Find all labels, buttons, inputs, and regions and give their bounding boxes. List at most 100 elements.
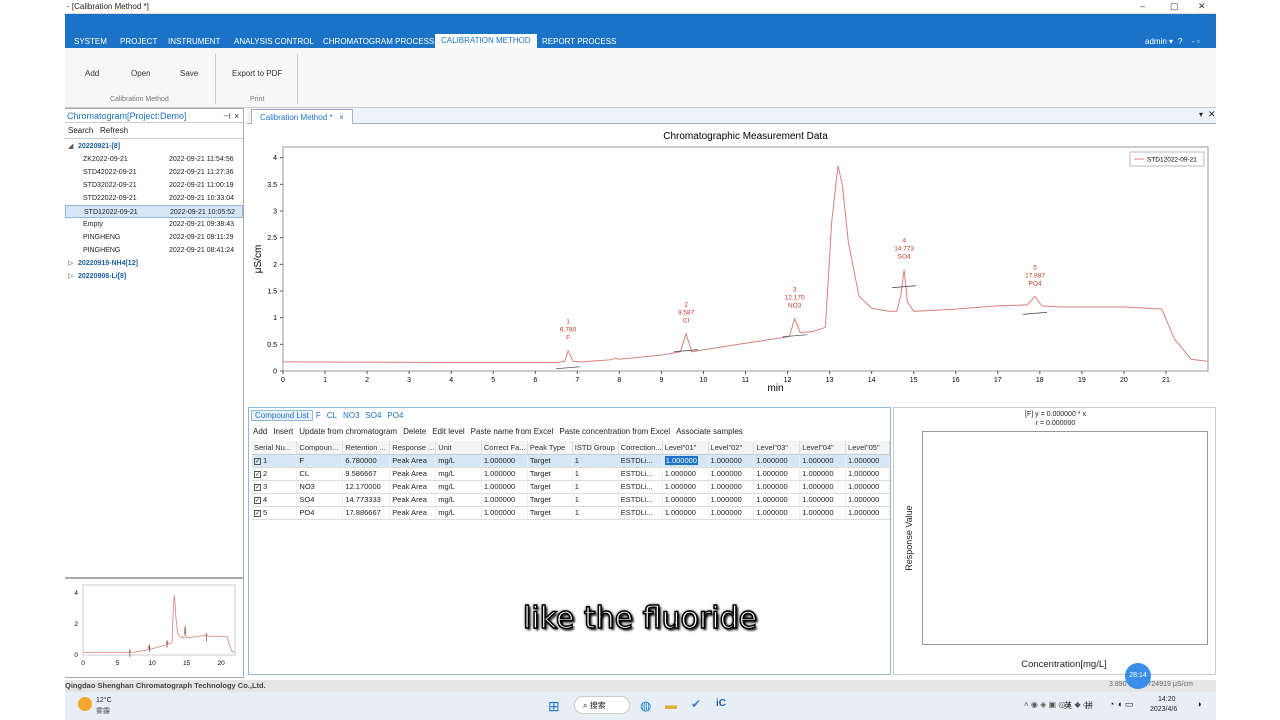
menu-system[interactable]: SYSTEM [74,36,107,48]
search-button[interactable]: Search [68,126,93,135]
testshinelab-taskbar-icon[interactable]: iC [716,698,726,709]
menu-calibration-method[interactable]: CALIBRATION METHOD [435,34,537,48]
pin-icon[interactable]: ⊣ [223,109,231,123]
table-cell[interactable]: Target [527,467,573,481]
table-cell[interactable]: ✓ 5 [252,506,298,520]
column-header[interactable]: Level"05" [845,441,890,455]
table-cell[interactable]: 1.000000 [845,454,890,468]
help-icon[interactable]: ? [1178,36,1182,48]
table-cell[interactable]: 1 [572,506,619,520]
table-cell[interactable]: 1.000000 [481,480,528,494]
checkbox-icon[interactable]: ✓ [254,457,261,465]
tree-item[interactable]: STD32022-09-21 2022-09-21 11:00:19 [65,179,243,192]
close-icon[interactable]: × [234,109,239,123]
table-row[interactable]: ✓ 5 PO4 17.886667 Peak Area mg/L 1.000000 Targe… [252,506,890,520]
table-cell[interactable]: ESTDLi... [618,454,663,468]
table-cell[interactable]: 1.000000 [708,467,755,481]
table-cell[interactable]: Target [527,480,573,494]
table-cell[interactable]: PO4 [296,506,344,520]
compound-tab[interactable]: F [313,411,324,420]
tree-group[interactable]: ▷ 20220919-NH4[12] [65,257,243,270]
menu-instrument[interactable]: INSTRUMENT [168,36,220,48]
table-cell[interactable]: SO4 [296,493,344,507]
checkbox-icon[interactable]: ✓ [254,496,261,504]
tree-item[interactable]: STD22022-09-21 2022-09-21 10:33:04 [65,192,243,205]
menu-report-process[interactable]: REPORT PROCESS [542,36,616,48]
table-cell[interactable]: NO3 [296,480,344,494]
ime-mode[interactable]: 拼 [1085,700,1093,711]
open-button[interactable]: Open [131,69,151,78]
table-cell[interactable]: CL [296,467,344,481]
table-cell[interactable]: 1.000000 [845,493,890,507]
tab-dropdown-icon[interactable]: ▾ [1199,110,1203,119]
column-header[interactable]: Unit [435,441,482,455]
table-row[interactable]: ✓ 3 NO3 12.170000 Peak Area mg/L 1.000000 Targe… [252,480,890,494]
column-header[interactable]: ISTD Group [572,441,619,455]
clock-date[interactable]: 2023/4/6 [1150,706,1177,713]
table-cell[interactable]: ✓ 3 [252,480,298,494]
compound-tab[interactable]: SO4 [362,411,384,420]
tree-item[interactable]: Empty 2022-09-21 09:38:43 [65,218,243,231]
table-cell[interactable]: Peak Area [389,506,437,520]
compound-toolbar-button[interactable]: Update from chromatogram [299,427,397,436]
table-cell[interactable]: 1.000000 [662,454,709,468]
table-cell[interactable]: 12.170000 [342,480,391,494]
table-cell[interactable]: 1.000000 [662,506,709,520]
compound-toolbar-button[interactable]: Insert [273,427,293,436]
network-icon[interactable]: ◔ ◖ ▭ [1109,699,1133,710]
column-header[interactable]: Peak Type [527,441,573,455]
edge-icon[interactable]: ◍ [640,698,651,714]
table-cell[interactable]: Target [527,454,573,468]
tree-group[interactable]: ◢ 20220921-[8] [65,140,243,153]
close-icon[interactable]: ✕ [1208,109,1216,120]
checkbox-icon[interactable]: ✓ [254,470,261,478]
tree-item[interactable]: PINGHENG 2022-09-21 08:41:24 [65,244,243,257]
compound-toolbar-button[interactable]: Paste concentration from Excel [559,427,670,436]
table-row[interactable]: ✓ 1 F 6.780000 Peak Area mg/L 1.000000 Target 1 E… [252,454,890,468]
checkbox-icon[interactable]: ✓ [254,483,261,491]
table-cell[interactable]: 1.000000 [845,467,890,481]
start-icon[interactable]: ⊞ [548,698,560,715]
table-cell[interactable]: 1.000000 [753,506,801,520]
compound-tab[interactable]: PO4 [384,411,406,420]
notification-icon[interactable]: ◗ [1197,699,1202,709]
collapsed-icon[interactable]: ▷ [68,270,73,283]
table-cell[interactable]: 1.000000 [845,506,890,520]
tab-close-icon[interactable]: × [339,113,344,122]
table-cell[interactable]: ESTDLi... [618,506,663,520]
column-header[interactable]: Serial Nu... [252,441,298,455]
add-button[interactable]: Add [85,69,99,78]
maximize-icon[interactable]: ▢ [1170,1,1179,12]
close-icon[interactable]: ✕ [1198,1,1206,12]
table-cell[interactable]: 1.000000 [799,467,847,481]
table-cell[interactable]: mg/L [435,454,482,468]
table-cell[interactable]: 1.000000 [662,480,709,494]
column-header[interactable]: Retention ... [342,441,391,455]
table-cell[interactable]: F [296,454,344,468]
expanded-icon[interactable]: ◢ [68,140,73,153]
column-header[interactable]: Level"01" [662,441,709,455]
table-cell[interactable]: Peak Area [389,493,437,507]
app-icon[interactable]: ✔ [691,697,701,711]
table-cell[interactable]: 6.780000 [342,454,391,468]
column-header[interactable]: Level"04" [799,441,847,455]
table-cell[interactable]: 1 [572,493,619,507]
table-cell[interactable]: Peak Area [389,454,437,468]
column-header[interactable]: Correction... [618,441,663,455]
table-cell[interactable]: 1.000000 [662,493,709,507]
table-cell[interactable]: ESTDLi... [618,493,663,507]
tree-item[interactable]: STD42022-09-21 2022-09-21 11:27:36 [65,166,243,179]
menu-chromatogram-process[interactable]: CHROMATOGRAM PROCESS [323,36,434,48]
weather-icon[interactable] [78,697,92,711]
table-row[interactable]: ✓ 2 CL 9.586667 Peak Area mg/L 1.000000 Target 1… [252,467,890,481]
table-cell[interactable]: 1.000000 [481,467,528,481]
compound-toolbar-button[interactable]: Paste name from Excel [471,427,554,436]
column-header[interactable]: Correct Fa... [481,441,528,455]
export-pdf-button[interactable]: Export to PDF [232,69,282,78]
table-cell[interactable]: 1.000000 [799,506,847,520]
tree-item[interactable]: STD12022-09-21 2022-09-21 10:05:52 [65,205,243,218]
ime-lang[interactable]: 英 [1064,700,1072,711]
taskbar-search[interactable]: ⌕ 搜索 [574,696,630,714]
user-menu[interactable]: admin ▾ [1145,36,1173,48]
compound-tab[interactable]: Compound List [251,410,313,421]
